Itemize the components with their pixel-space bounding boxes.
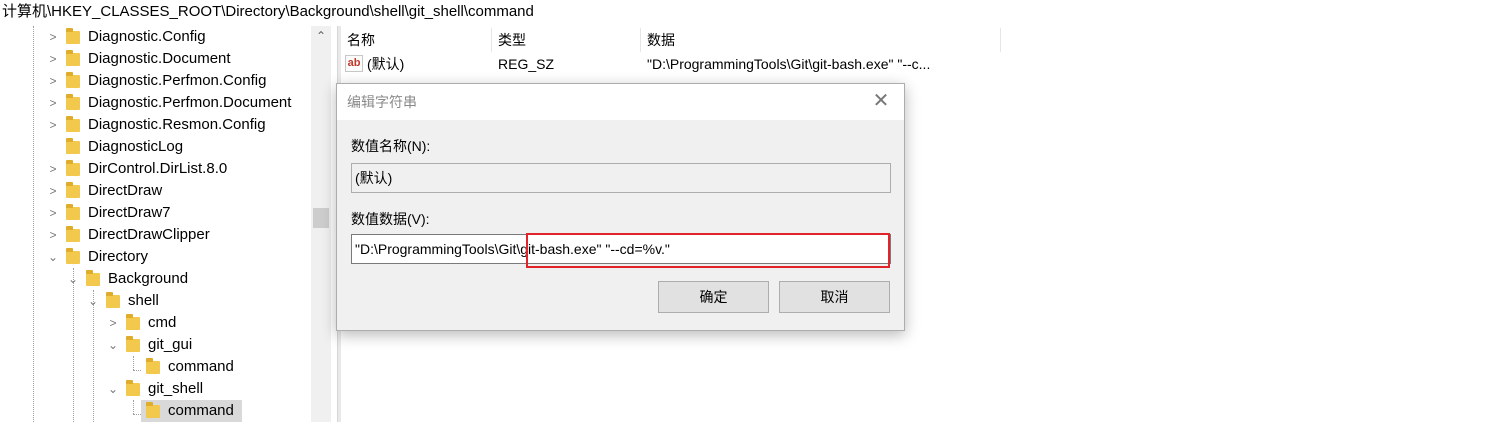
folder-icon [66, 116, 80, 132]
tree-item-label: Diagnostic.Perfmon.Config [88, 72, 267, 89]
tree-item[interactable]: ⌄ shell [0, 290, 311, 312]
folder-icon [126, 314, 140, 330]
tree-item[interactable]: ⌄ git_shell [0, 378, 311, 400]
tree-item-label: cmd [148, 314, 177, 331]
value-data: "D:\ProgrammingTools\Git\git-bash.exe" "… [647, 56, 931, 72]
dialog-title-bar[interactable]: 编辑字符串 ✕ [337, 84, 904, 120]
tree-item-label: DiagnosticLog [88, 138, 184, 155]
chevron-right-icon[interactable]: > [46, 202, 60, 224]
chevron-right-icon[interactable]: > [106, 312, 120, 334]
edit-string-dialog: 编辑字符串 ✕ 数值名称(N): (默认) 数值数据(V): "D:\Progr… [336, 83, 905, 331]
chevron-right-icon[interactable]: > [46, 26, 60, 48]
tree-item[interactable]: > Diagnostic.Perfmon.Config [0, 70, 311, 92]
scroll-up-icon[interactable]: ⌃ [311, 26, 331, 46]
tree-item[interactable]: DiagnosticLog [0, 136, 311, 158]
tree-item-selected[interactable]: command [0, 400, 311, 422]
folder-icon [126, 336, 140, 352]
folder-icon [66, 248, 80, 264]
tree-item[interactable]: command [0, 356, 311, 378]
tree-item-label: Diagnostic.Resmon.Config [88, 116, 266, 133]
folder-icon [66, 204, 80, 220]
tree-item-label: shell [128, 292, 159, 309]
folder-icon [66, 182, 80, 198]
folder-icon [86, 270, 100, 286]
chevron-down-icon[interactable]: ⌄ [106, 378, 120, 400]
tree-item-label: command [168, 358, 234, 375]
folder-icon [146, 402, 160, 418]
column-header-name[interactable]: 名称 [347, 28, 487, 52]
column-divider[interactable] [1000, 28, 1001, 52]
folder-icon [146, 358, 160, 374]
tree-item-label: git_gui [148, 336, 193, 353]
folder-icon [66, 138, 80, 154]
dialog-title: 编辑字符串 [347, 94, 417, 110]
value-data-label: 数值数据(V): [351, 211, 430, 227]
folder-icon [66, 226, 80, 242]
tree-item[interactable]: ⌄ git_gui [0, 334, 311, 356]
chevron-down-icon[interactable]: ⌄ [106, 334, 120, 356]
tree-item-label: DirectDraw [88, 182, 163, 199]
tree-item-label: Directory [88, 248, 149, 265]
folder-icon [66, 72, 80, 88]
string-value-icon: ab [345, 55, 363, 72]
registry-tree: > Diagnostic.Config > Diagnostic.Documen… [0, 26, 335, 422]
tree-item[interactable]: ⌄ Background [0, 268, 311, 290]
close-icon[interactable]: ✕ [870, 91, 892, 113]
column-divider[interactable] [640, 28, 641, 52]
tree-item-label: DirControl.DirList.8.0 [88, 160, 228, 177]
chevron-right-icon[interactable]: > [46, 70, 60, 92]
tree-item-label: git_shell [148, 380, 204, 397]
chevron-right-icon[interactable]: > [46, 158, 60, 180]
tree-item[interactable]: > Diagnostic.Resmon.Config [0, 114, 311, 136]
folder-icon [66, 160, 80, 176]
column-header-data[interactable]: 数据 [647, 28, 997, 52]
folder-icon [66, 94, 80, 110]
tree-item[interactable]: > DirControl.DirList.8.0 [0, 158, 311, 180]
column-header-type[interactable]: 类型 [498, 28, 634, 52]
tree-item-label: DirectDraw7 [88, 204, 171, 221]
value-name[interactable]: (默认) [367, 53, 404, 75]
tree-item[interactable]: > DirectDraw7 [0, 202, 311, 224]
chevron-down-icon[interactable]: ⌄ [86, 290, 100, 312]
tree-item-label: command [168, 402, 234, 419]
cancel-button[interactable]: 取消 [779, 281, 890, 313]
chevron-right-icon[interactable]: > [46, 180, 60, 202]
chevron-right-icon[interactable]: > [46, 48, 60, 70]
tree-item[interactable]: > Diagnostic.Perfmon.Document [0, 92, 311, 114]
tree-item[interactable]: ⌄ Directory [0, 246, 311, 268]
value-name-label: 数值名称(N): [351, 138, 431, 154]
folder-icon [66, 50, 80, 66]
tree-scrollbar[interactable]: ⌃ [311, 26, 331, 422]
highlight-box [526, 233, 890, 268]
address-bar[interactable]: 计算机\HKEY_CLASSES_ROOT\Directory\Backgrou… [0, 0, 1498, 24]
column-divider[interactable] [491, 28, 492, 52]
folder-icon [106, 292, 120, 308]
tree-item-label: DirectDrawClipper [88, 226, 210, 243]
scrollbar-thumb[interactable] [313, 208, 329, 228]
chevron-right-icon[interactable]: > [46, 92, 60, 114]
tree-item-label: Diagnostic.Perfmon.Document [88, 94, 292, 111]
value-type: REG_SZ [498, 56, 555, 72]
chevron-down-icon[interactable]: ⌄ [46, 246, 60, 268]
ok-button[interactable]: 确定 [658, 281, 769, 313]
tree-item-label: Background [108, 270, 189, 287]
tree-item[interactable]: > Diagnostic.Config [0, 26, 311, 48]
value-name-field[interactable]: (默认) [351, 163, 891, 193]
chevron-right-icon[interactable]: > [46, 224, 60, 246]
tree-item-label: Diagnostic.Document [88, 50, 231, 67]
folder-icon [126, 380, 140, 396]
tree-item[interactable]: > Diagnostic.Document [0, 48, 311, 70]
tree-item[interactable]: > DirectDraw [0, 180, 311, 202]
tree-item-label: Diagnostic.Config [88, 28, 206, 45]
tree-item[interactable]: > DirectDrawClipper [0, 224, 311, 246]
tree-item[interactable]: > cmd [0, 312, 311, 334]
chevron-right-icon[interactable]: > [46, 114, 60, 136]
chevron-down-icon[interactable]: ⌄ [66, 268, 80, 290]
folder-icon [66, 28, 80, 44]
